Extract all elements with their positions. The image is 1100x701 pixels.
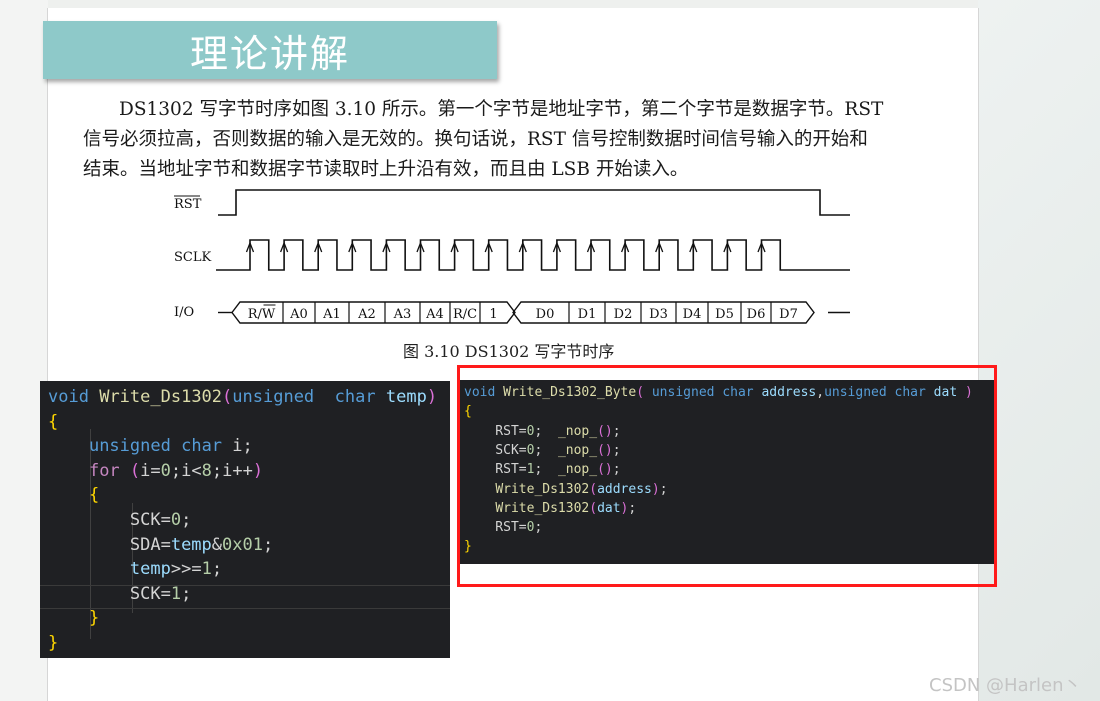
io-cell-label: A2 bbox=[357, 307, 376, 322]
code-line: SDA=temp&0x01; bbox=[48, 534, 274, 555]
io-cell-label: D0 bbox=[536, 307, 555, 322]
io-cell-label: D6 bbox=[747, 307, 766, 322]
code-line: unsigned char i; bbox=[88, 436, 253, 457]
code-line: SCK=1; bbox=[48, 583, 192, 604]
code-line: temp>>=1; bbox=[129, 559, 223, 580]
io-cell-label: D7 bbox=[779, 307, 798, 322]
io-cell-label: D3 bbox=[649, 307, 668, 322]
code-line: void Write_Ds1302(unsigned char temp) bbox=[48, 387, 438, 407]
code-line: { bbox=[88, 485, 100, 506]
sclk-label: SCLK bbox=[174, 250, 211, 265]
sclk-line bbox=[216, 239, 850, 271]
io-cell-label: A4 bbox=[425, 307, 444, 322]
io-cell-label: A0 bbox=[289, 307, 308, 322]
io-cell-label: R/W bbox=[248, 307, 276, 322]
io-waveform: R/W A0 A1 A2 A3 A4 R/C 1 D0 D1 D2 D3 D4 D5 D6 D7 bbox=[218, 301, 850, 324]
io-cell-label: D1 bbox=[578, 307, 597, 322]
io-cell-label: D5 bbox=[715, 307, 734, 322]
io-label: I/O bbox=[174, 305, 194, 320]
code-line: } bbox=[88, 608, 100, 629]
io-cell-label: A3 bbox=[393, 307, 412, 322]
sclk-waveform bbox=[216, 239, 850, 271]
io-cell-label: D2 bbox=[614, 307, 633, 322]
highlight-box bbox=[457, 365, 997, 587]
rst-label: RST bbox=[174, 197, 202, 212]
watermark: CSDN @Harlen丶 bbox=[929, 675, 1082, 696]
code-line: for (i=0;i<8;i++) bbox=[88, 460, 264, 481]
code-line: { bbox=[48, 411, 59, 432]
code-line: } bbox=[48, 633, 59, 653]
code-line: SCK=0; bbox=[48, 510, 192, 530]
io-cell-label: A1 bbox=[322, 307, 341, 322]
figure-caption: 图 3.10 DS1302 写字节时序 bbox=[403, 342, 615, 361]
code-editor-write-ds1302[interactable]: void Write_Ds1302(unsigned char temp) { u… bbox=[40, 381, 450, 658]
io-cell-label: 1 bbox=[489, 307, 497, 322]
io-cell-label: R/C bbox=[453, 307, 477, 322]
rst-waveform bbox=[218, 189, 850, 216]
io-cell-label: D4 bbox=[683, 307, 702, 322]
